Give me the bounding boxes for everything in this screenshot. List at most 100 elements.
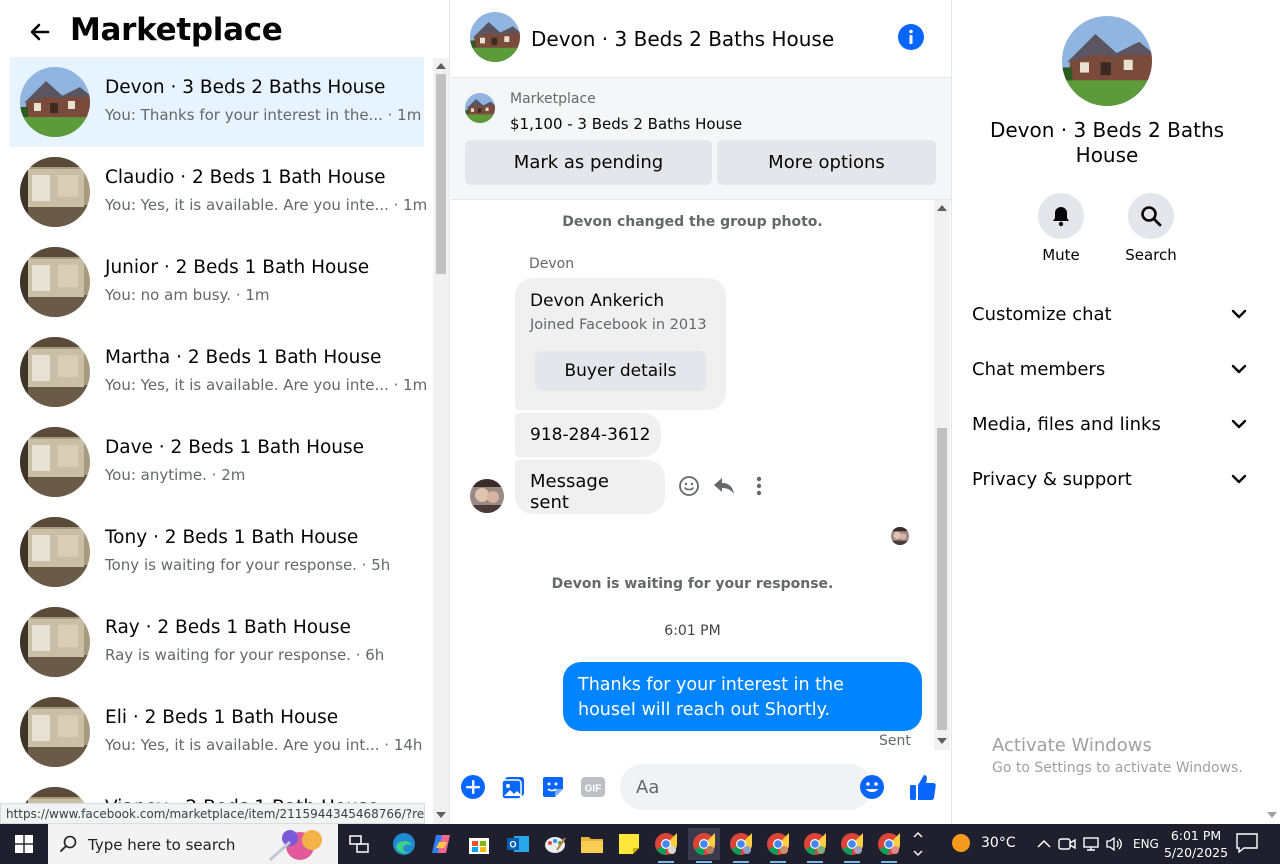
conversation-item[interactable]: Devon · 3 Beds 2 Baths House You: Thanks… — [10, 57, 424, 147]
chevron-down-icon — [1231, 419, 1247, 429]
conversation-preview: You: Yes, it is available. Are you int..… — [105, 736, 423, 754]
attach-photo-button[interactable] — [499, 773, 527, 801]
scroll-up-arrow[interactable] — [436, 63, 446, 69]
listing-source-label: Marketplace — [510, 91, 596, 107]
message-bubble[interactable]: 918-284-3612 — [515, 413, 661, 457]
info-button[interactable] — [898, 24, 924, 50]
task-view-button[interactable] — [343, 828, 375, 860]
emoji-icon — [860, 775, 884, 799]
conversation-item[interactable]: Ray · 2 Beds 1 Bath House Ray is waiting… — [10, 597, 424, 687]
taskbar-overflow-scroller[interactable] — [908, 826, 928, 862]
paint-app[interactable] — [539, 828, 571, 860]
copilot-app[interactable] — [426, 828, 458, 860]
sender-avatar[interactable] — [470, 479, 504, 513]
edge-app[interactable] — [388, 828, 420, 860]
volume-icon[interactable] — [1104, 834, 1124, 854]
back-button[interactable] — [22, 14, 58, 50]
read-receipt-avatar — [891, 527, 909, 545]
chat-title[interactable]: Devon · 3 Beds 2 Baths House — [531, 27, 834, 51]
chat-avatar[interactable] — [470, 12, 520, 62]
more-actions-plus-button[interactable] — [459, 773, 487, 801]
system-message: Devon changed the group photo. — [562, 214, 823, 230]
chat-header: Devon · 3 Beds 2 Baths House — [451, 0, 951, 78]
search-in-chat-button[interactable]: Search — [1111, 193, 1191, 264]
temperature: 30°C — [981, 835, 1016, 851]
listing-thumbnail — [20, 427, 90, 497]
system-clock[interactable]: 6:01 PM 5/20/2025 — [1160, 827, 1232, 861]
like-button[interactable] — [908, 772, 938, 802]
input-language[interactable]: ENG — [1133, 837, 1159, 851]
chrome-app[interactable] — [836, 828, 868, 863]
weather-widget[interactable]: 30°C — [950, 832, 1016, 854]
camera-icon — [1058, 838, 1076, 850]
folder-icon — [581, 837, 603, 853]
file-explorer-app[interactable] — [576, 828, 608, 860]
chrome-app[interactable] — [650, 828, 682, 863]
emoji-button[interactable] — [859, 774, 885, 800]
bell-icon — [1053, 207, 1069, 227]
taskbar-search[interactable]: Type here to search — [48, 824, 338, 864]
chrome-app[interactable] — [762, 828, 794, 863]
sent-status: Sent — [879, 733, 911, 749]
network-icon[interactable] — [1081, 834, 1101, 854]
info-icon — [898, 24, 924, 50]
chrome-app[interactable] — [799, 828, 831, 863]
conversation-item[interactable]: Tony · 2 Beds 1 Bath House Tony is waiti… — [10, 507, 424, 597]
meet-now-icon[interactable] — [1057, 834, 1077, 854]
chat-members-section[interactable]: Chat members — [972, 349, 1247, 389]
conversation-scrollbar[interactable] — [433, 58, 449, 824]
conversation-item[interactable]: Martha · 2 Beds 1 Bath House You: Yes, i… — [10, 327, 427, 417]
microsoft-store-app[interactable] — [463, 828, 495, 860]
conversation-item[interactable]: Dave · 2 Beds 1 Bath House You: anytime.… — [10, 417, 424, 507]
windows-taskbar: Type here to search O 30°C ENG 6:01 PM 5… — [0, 824, 1280, 864]
listing-price[interactable]: $1,100 - 3 Beds 2 Baths House — [510, 115, 742, 133]
smiley-icon — [679, 476, 699, 496]
notification-center-button[interactable] — [1236, 833, 1260, 855]
more-options-button[interactable]: More options — [717, 140, 936, 185]
show-hidden-icons-button[interactable] — [1034, 834, 1054, 854]
chat-info-avatar[interactable] — [1062, 16, 1152, 106]
listing-thumbnail[interactable] — [465, 93, 495, 123]
mute-label: Mute — [1042, 246, 1080, 264]
privacy-support-section[interactable]: Privacy & support — [972, 459, 1247, 499]
media-files-links-section[interactable]: Media, files and links — [972, 404, 1247, 444]
scroll-down-arrow[interactable] — [1267, 812, 1277, 818]
info-scrollbar[interactable] — [1263, 0, 1280, 824]
listing-thumbnail — [20, 67, 90, 137]
gif-button[interactable]: GIF — [579, 773, 607, 801]
conversation-item[interactable]: Eli · 2 Beds 1 Bath House You: Yes, it i… — [10, 687, 424, 777]
buyer-name: Devon Ankerich — [530, 291, 665, 311]
chrome-icon — [655, 833, 677, 855]
scroll-up-arrow[interactable] — [937, 205, 947, 211]
outlook-app[interactable]: O — [502, 828, 534, 860]
mute-button[interactable]: Mute — [1021, 193, 1101, 264]
chrome-app[interactable] — [725, 828, 757, 863]
clock-time: 6:01 PM — [1170, 828, 1222, 843]
buyer-details-button[interactable]: Buyer details — [535, 351, 706, 391]
message-timestamp: 6:01 PM — [664, 623, 721, 639]
scroll-down-arrow[interactable] — [937, 738, 947, 744]
activate-title: Activate Windows — [992, 735, 1152, 756]
reply-button[interactable] — [712, 474, 736, 498]
sticker-button[interactable] — [539, 773, 567, 801]
more-actions-button[interactable] — [747, 474, 771, 498]
start-button[interactable] — [0, 824, 48, 864]
scrollbar-thumb[interactable] — [937, 428, 947, 730]
chrome-app[interactable] — [873, 828, 905, 863]
mark-as-pending-button[interactable]: Mark as pending — [465, 140, 712, 185]
scroll-down-arrow[interactable] — [436, 812, 446, 818]
outgoing-message-bubble[interactable]: Thanks for your interest in the houseI w… — [563, 662, 922, 731]
reply-icon — [714, 478, 734, 494]
conversation-item[interactable]: Claudio · 2 Beds 1 Bath House You: Yes, … — [10, 147, 427, 237]
sticky-notes-app[interactable] — [613, 828, 645, 860]
scrollbar-thumb[interactable] — [436, 74, 446, 274]
message-input[interactable] — [620, 764, 872, 810]
customize-chat-section[interactable]: Customize chat — [972, 294, 1247, 334]
react-button[interactable] — [677, 474, 701, 498]
chrome-app[interactable] — [688, 828, 720, 863]
listing-thumbnail — [20, 337, 90, 407]
conversation-item[interactable]: Junior · 2 Beds 1 Bath House You: no am … — [10, 237, 424, 327]
message-bubble[interactable]: Message sent — [515, 460, 665, 514]
thread-scrollbar[interactable] — [934, 200, 950, 750]
search-icon — [60, 835, 77, 852]
